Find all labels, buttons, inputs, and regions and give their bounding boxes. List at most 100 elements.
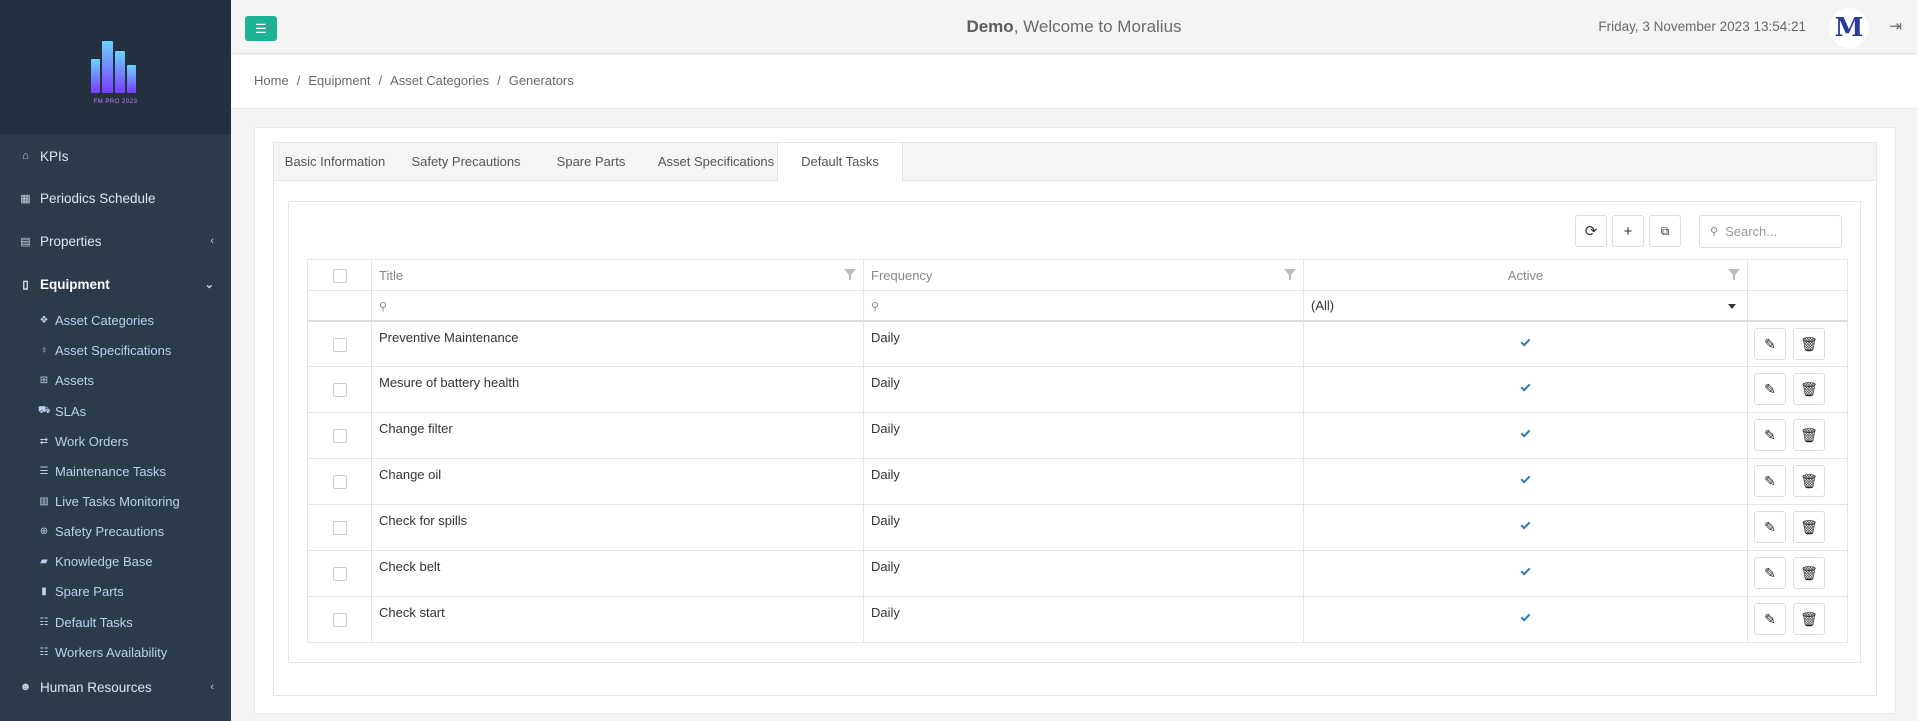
chevron-down-icon: ⌄	[204, 278, 214, 291]
cell-active	[1303, 458, 1748, 505]
row-select-cell	[307, 412, 372, 459]
calendar-icon: ▦	[20, 192, 31, 205]
delete-button[interactable]: 🗑	[1793, 557, 1825, 589]
edit-button[interactable]: ✎	[1754, 419, 1786, 451]
row-checkbox[interactable]	[332, 567, 347, 582]
check-icon	[1520, 611, 1531, 622]
database-icon: ▮	[41, 585, 47, 597]
breadcrumb-bar: Home / Equipment / Asset Categories / Gener…	[231, 55, 1917, 109]
refresh-button[interactable]: ⟳	[1575, 215, 1607, 247]
pencil-icon: ✎	[1764, 381, 1776, 397]
sidebar-item-human-resources[interactable]: ☻ Human Resources ‹	[0, 675, 231, 699]
active-filter-select[interactable]: (All)	[1303, 290, 1748, 322]
sidebar-item-properties[interactable]: ▤ Properties ‹	[0, 229, 231, 253]
delete-button[interactable]: 🗑	[1793, 603, 1825, 635]
row-checkbox[interactable]	[332, 475, 347, 490]
search-input[interactable]	[1725, 224, 1836, 239]
pencil-icon: ✎	[1764, 427, 1776, 443]
tab-safety-precautions[interactable]: Safety Precautions	[396, 143, 536, 181]
tab-default-tasks[interactable]: Default Tasks	[777, 143, 903, 182]
table-row[interactable]: Check start Daily ✎ 🗑	[307, 596, 1848, 643]
row-checkbox[interactable]	[332, 383, 347, 398]
column-header-title[interactable]: Title	[371, 259, 864, 291]
sidebar-subitem-live-tasks-monitoring[interactable]: ▥ Live Tasks Monitoring	[0, 490, 231, 512]
sidebar-subitem-default-tasks[interactable]: ☷ Default Tasks	[0, 611, 231, 633]
sidebar-subitem-asset-categories[interactable]: ❖ Asset Categories	[0, 309, 231, 331]
check-icon	[1520, 381, 1531, 392]
sidebar-subitem-label: Workers Availability	[55, 644, 168, 660]
welcome-text: , Welcome to Moralius	[1013, 17, 1182, 36]
check-icon	[1520, 336, 1531, 346]
sidebar-subitem-maintenance-tasks[interactable]: ☰ Maintenance Tasks	[0, 460, 231, 482]
trash-icon: 🗑	[1800, 611, 1818, 627]
sidebar-subitem-label: Assets	[55, 372, 95, 388]
sidebar-subitem-knowledge-base[interactable]: ▰ Knowledge Base	[0, 550, 231, 572]
sidebar-subitem-work-orders[interactable]: ⇄ Work Orders	[0, 430, 231, 452]
filter-icon[interactable]	[1728, 269, 1740, 280]
avatar-letter: M	[1834, 13, 1864, 43]
table-row[interactable]: Mesure of battery health Daily ✎ 🗑	[307, 366, 1848, 413]
edit-button[interactable]: ✎	[1754, 603, 1786, 635]
sidebar-item-periodics-schedule[interactable]: ▦ Periodics Schedule	[0, 186, 231, 210]
avatar[interactable]: M	[1829, 8, 1869, 48]
row-checkbox[interactable]	[332, 521, 347, 536]
sidebar-subitem-slas[interactable]: ⛟ SLAs	[0, 400, 231, 422]
cell-active	[1303, 596, 1748, 643]
sidebar-subitem-label: Work Orders	[55, 433, 129, 449]
select-all-checkbox[interactable]	[332, 268, 347, 283]
table-row[interactable]: Change filter Daily ✎ 🗑	[307, 412, 1848, 459]
table-row[interactable]: Change oil Daily ✎ 🗑	[307, 458, 1848, 505]
tab-spare-parts[interactable]: Spare Parts	[536, 143, 646, 181]
sidebar-subitem-spare-parts[interactable]: ▮ Spare Parts	[0, 580, 231, 602]
row-select-cell	[307, 366, 372, 413]
row-checkbox[interactable]	[332, 337, 347, 352]
column-chooser-button[interactable]: ⧉	[1649, 215, 1681, 247]
sidebar-item-label: Periodics Schedule	[40, 190, 156, 206]
sidebar-item-equipment[interactable]: ▯ Equipment ⌄	[0, 272, 231, 296]
sidebar-subitem-asset-specifications[interactable]: ♀ Asset Specifications	[0, 339, 231, 361]
breadcrumb-asset-categories[interactable]: Asset Categories	[390, 73, 489, 88]
edit-button[interactable]: ✎	[1754, 557, 1786, 589]
delete-button[interactable]: 🗑	[1793, 419, 1825, 451]
edit-button[interactable]: ✎	[1754, 465, 1786, 497]
sidebar-item-kpis[interactable]: ⌂ KPIs	[0, 144, 231, 168]
delete-button[interactable]: 🗑	[1793, 511, 1825, 543]
table-row[interactable]: Check for spills Daily ✎ 🗑	[307, 504, 1848, 551]
row-checkbox[interactable]	[332, 613, 347, 628]
tab-basic-information[interactable]: Basic Information	[274, 143, 396, 181]
current-datetime: Friday, 3 November 2023 13:54:21	[1598, 19, 1806, 34]
cell-title: Change oil	[371, 458, 864, 505]
breadcrumb-home[interactable]: Home	[254, 73, 289, 88]
edit-button[interactable]: ✎	[1754, 373, 1786, 405]
user-name: Demo	[966, 17, 1014, 36]
column-header-frequency[interactable]: Frequency	[863, 259, 1304, 291]
breadcrumb-equipment[interactable]: Equipment	[308, 73, 370, 88]
column-active-label: Active	[1507, 267, 1544, 283]
breadcrumb-separator: /	[378, 73, 383, 88]
table-row[interactable]: Preventive Maintenance Daily ✎ 🗑	[307, 320, 1848, 367]
frequency-filter-input[interactable]: ⚲	[863, 290, 1304, 322]
row-checkbox[interactable]	[332, 429, 347, 444]
column-header-active[interactable]: Active	[1303, 259, 1748, 291]
company-logo[interactable]: FM PRO 2023	[81, 29, 151, 105]
filter-icon[interactable]	[1284, 269, 1296, 280]
sidebar-subitem-workers-availability[interactable]: ☷ Workers Availability	[0, 641, 231, 663]
delete-button[interactable]: 🗑	[1793, 373, 1825, 405]
trash-icon: 🗑	[1800, 335, 1818, 352]
check-icon	[1520, 427, 1531, 438]
sidebar: FM PRO 2023 ⌂ KPIs ▦ Periodics Schedule …	[0, 0, 231, 721]
table-row[interactable]: Check belt Daily ✎ 🗑	[307, 550, 1848, 597]
sidebar-subitem-assets[interactable]: ⊞ Assets	[0, 369, 231, 391]
tab-asset-specifications[interactable]: Asset Specifications	[646, 143, 786, 181]
title-filter-input[interactable]: ⚲	[371, 290, 864, 322]
row-select-cell	[307, 504, 372, 551]
column-title-label: Title	[379, 267, 404, 283]
edit-button[interactable]: ✎	[1754, 511, 1786, 543]
delete-button[interactable]: 🗑	[1793, 465, 1825, 497]
add-button[interactable]: +	[1612, 215, 1644, 247]
edit-button[interactable]: ✎	[1754, 327, 1786, 360]
logout-icon[interactable]: ⇥	[1889, 17, 1902, 35]
delete-button[interactable]: 🗑	[1793, 327, 1825, 360]
filter-icon[interactable]	[844, 269, 856, 280]
sidebar-subitem-safety-precautions[interactable]: ⊕ Safety Precautions	[0, 520, 231, 542]
